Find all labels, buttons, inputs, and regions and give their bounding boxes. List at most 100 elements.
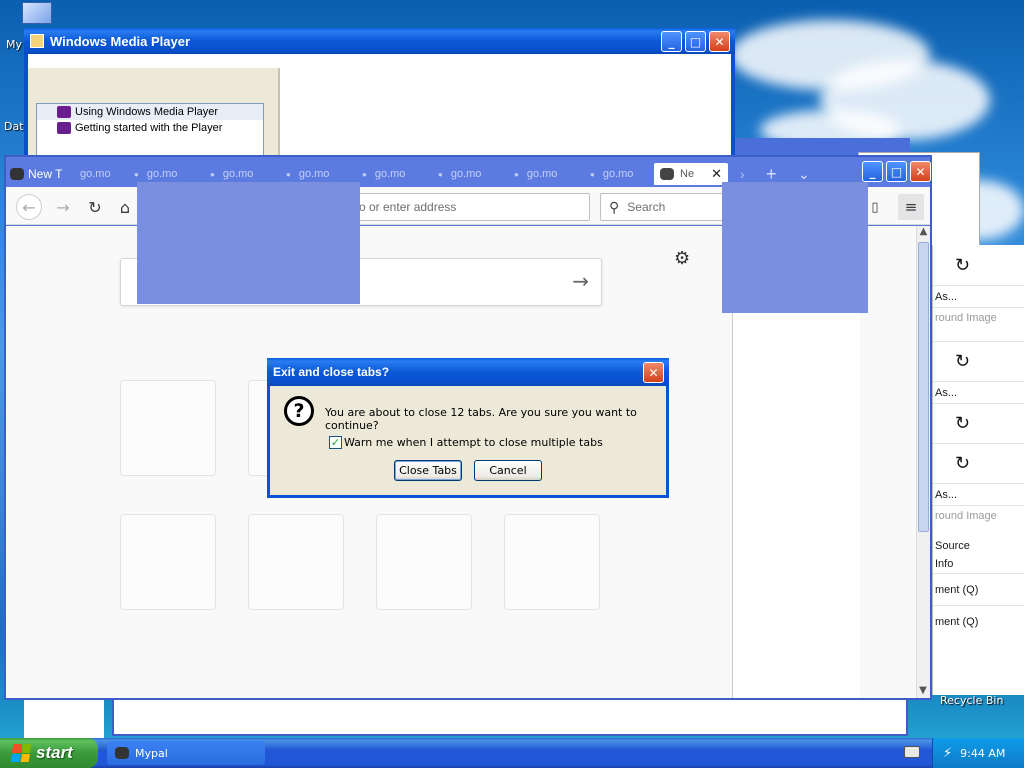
background-pane	[112, 700, 908, 736]
menu-item[interactable]: round Image	[933, 307, 1024, 341]
wmp-titlebar[interactable]: Windows Media Player	[24, 28, 735, 54]
tab-label: go.mo	[374, 168, 406, 180]
mypal-icon	[10, 168, 24, 180]
dialog-close-button[interactable]: ✕	[643, 362, 664, 383]
desktop-icon-label: My	[6, 38, 23, 51]
book-icon	[57, 122, 71, 134]
reload-icon[interactable]: ↻	[933, 341, 1024, 381]
tab-dot: ●	[590, 169, 595, 179]
tab-label: go.mo	[222, 168, 254, 180]
cancel-button[interactable]: Cancel	[474, 460, 542, 481]
warn-checkbox-label[interactable]: Warn me when I attempt to close multiple…	[344, 436, 603, 449]
tab-dot: ●	[514, 169, 519, 179]
tab-close-icon[interactable]: ✕	[711, 166, 722, 182]
wmp-help-pane: Using Windows Media Player Getting start…	[28, 68, 280, 168]
menu-item[interactable]: Source	[933, 537, 1024, 555]
tab-dot: ●	[134, 169, 139, 179]
tab[interactable]: New T	[10, 163, 62, 185]
tab[interactable]: ● go.mo	[514, 163, 557, 185]
taskbar: start Mypal ⚡ 9:44 AM	[0, 738, 1024, 768]
tab-dot: ●	[438, 169, 443, 179]
tab-active[interactable]: Ne ✕	[654, 163, 728, 185]
menu-item[interactable]: As...	[933, 285, 1024, 307]
tab-label: go.mo	[146, 168, 178, 180]
tab-label: go.mo	[80, 168, 111, 180]
help-item-label: Using Windows Media Player	[75, 106, 219, 118]
search-bar[interactable]: ⚲ Search	[600, 193, 728, 221]
maximize-button[interactable]: □	[685, 31, 706, 52]
wmp-window: Windows Media Player _ □ ✕ Using Windows…	[24, 28, 735, 168]
mypal-icon	[115, 747, 129, 759]
tab[interactable]: ● go.mo	[590, 163, 633, 185]
system-tray: ⚡ 9:44 AM	[932, 738, 1024, 768]
scrollbar-thumb[interactable]	[918, 242, 929, 532]
menu-item[interactable]: ment (Q)	[933, 605, 1024, 637]
scroll-down-icon[interactable]: ▼	[917, 685, 929, 696]
scroll-up-icon[interactable]: ▲	[917, 226, 930, 242]
reload-icon[interactable]: ↻	[933, 443, 1024, 483]
close-button[interactable]: ✕	[709, 31, 730, 52]
warn-checkbox[interactable]: ✓	[329, 436, 342, 449]
question-icon: ?	[284, 396, 314, 426]
help-item[interactable]: Getting started with the Player	[37, 120, 263, 136]
help-item-label: Getting started with the Player	[75, 122, 223, 134]
tab-label: go.mo	[602, 168, 634, 180]
my-computer-icon	[22, 2, 52, 24]
tab-dot: ●	[286, 169, 291, 179]
arrow-right-icon[interactable]: →	[572, 269, 589, 293]
background-pane	[24, 700, 104, 738]
top-site-tile[interactable]	[248, 514, 344, 610]
tab-label: Ne	[680, 168, 695, 180]
mypal-icon	[660, 168, 674, 180]
book-icon	[57, 106, 71, 118]
start-label: start	[36, 743, 73, 762]
reload-icon[interactable]: ↻	[933, 403, 1024, 443]
desktop-icon-my[interactable]: My	[4, 2, 52, 51]
taskbar-item-label: Mypal	[135, 746, 168, 760]
home-button[interactable]: ⌂	[112, 194, 138, 220]
network-icon[interactable]: ⚡	[943, 746, 952, 761]
menu-item[interactable]: As...	[933, 483, 1024, 505]
top-site-tile[interactable]	[120, 514, 216, 610]
desktop-icon-label: Recycle Bin	[940, 694, 1004, 707]
tab[interactable]: ● go.mo	[362, 163, 405, 185]
forward-button[interactable]: →	[50, 194, 76, 220]
menu-item[interactable]: As...	[933, 381, 1024, 403]
tab-dot: ●	[210, 169, 215, 179]
menu-item[interactable]: ment (Q)	[933, 573, 1024, 605]
tab[interactable]: ● go.mo	[438, 163, 481, 185]
top-site-tile[interactable]	[376, 514, 472, 610]
menu-button[interactable]: ≡	[898, 194, 924, 220]
tab-label: go.mo	[450, 168, 482, 180]
reload-icon[interactable]: ↻	[933, 245, 1024, 285]
keyboard-icon[interactable]	[904, 746, 920, 758]
menu-item[interactable]: round Image	[933, 505, 1024, 537]
vertical-scrollbar[interactable]: ▲ ▼	[916, 226, 930, 698]
dialog-title: Exit and close tabs?	[273, 365, 390, 379]
close-tabs-button[interactable]: Close Tabs	[394, 460, 462, 481]
windows-logo-icon	[10, 744, 32, 762]
gear-icon[interactable]: ⚙	[674, 248, 690, 269]
overlay-block	[722, 182, 868, 313]
back-button[interactable]: ←	[16, 194, 42, 220]
dialog-titlebar[interactable]: Exit and close tabs?	[267, 358, 669, 386]
help-item[interactable]: Using Windows Media Player	[37, 104, 263, 120]
wmp-app-icon	[30, 34, 44, 48]
start-button[interactable]: start	[0, 738, 98, 768]
close-button[interactable]: ✕	[910, 161, 931, 182]
context-menu: ↻ As... round Image ↻ As... ↻ ↻ As... ro…	[932, 245, 1024, 695]
tab-label: New T	[28, 167, 63, 181]
minimize-button[interactable]: _	[661, 31, 682, 52]
reload-button[interactable]: ↻	[82, 194, 108, 220]
minimize-button[interactable]: _	[862, 161, 883, 182]
maximize-button[interactable]: □	[886, 161, 907, 182]
top-site-tile[interactable]	[120, 380, 216, 476]
tab-label: go.mo	[298, 168, 330, 180]
taskbar-item-mypal[interactable]: Mypal	[107, 741, 265, 765]
dialog-body: ? You are about to close 12 tabs. Are yo…	[270, 386, 666, 495]
clock[interactable]: 9:44 AM	[960, 747, 1005, 760]
menu-item[interactable]: Info	[933, 555, 1024, 573]
tab[interactable]: go.mo	[80, 163, 111, 185]
top-site-tile[interactable]	[504, 514, 600, 610]
desktop-icon-recycle-bin[interactable]: Recycle Bin	[940, 694, 1020, 707]
